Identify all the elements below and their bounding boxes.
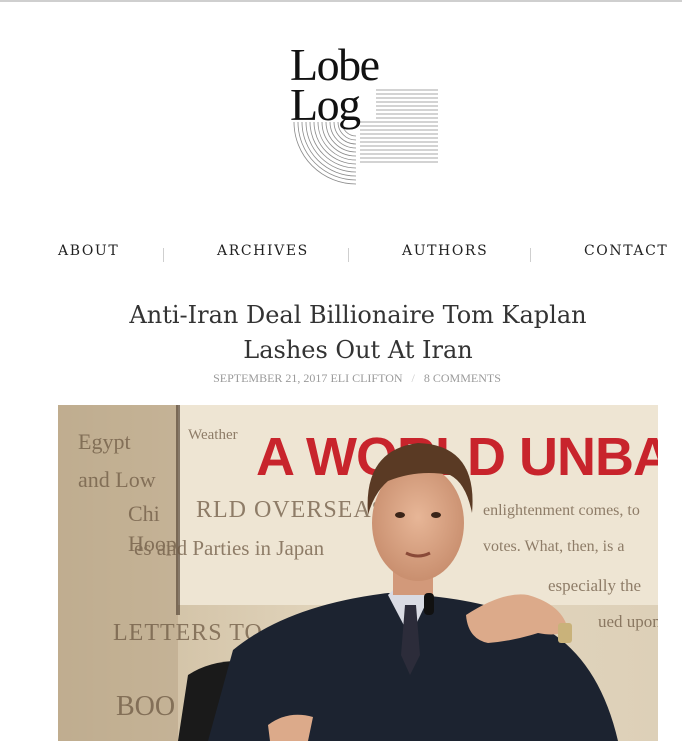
nav-separator xyxy=(163,248,164,262)
nav-separator xyxy=(348,248,349,262)
bg-text: votes. What, then, is a xyxy=(483,538,624,555)
bg-text: ued upon xyxy=(598,612,658,631)
bg-text: Egypt xyxy=(78,429,131,454)
bg-text: and Low xyxy=(78,467,156,492)
bg-text: enlightenment comes, to xyxy=(483,502,640,519)
bg-text: Weather xyxy=(188,427,238,443)
main-navigation: ABOUT ARCHIVES AUTHORS CONTACT xyxy=(0,243,682,263)
nav-item-archives[interactable]: ARCHIVES xyxy=(217,243,309,259)
meta-separator: / xyxy=(411,371,415,385)
bg-text: LETTERS TO xyxy=(113,620,263,646)
nav-item-about[interactable]: ABOUT xyxy=(58,243,119,259)
nav-separator xyxy=(530,248,531,262)
site-logo[interactable]: Lobe Log xyxy=(290,40,442,192)
article-hero-image: Egypt Weather and Low Chi Hoop RLD OVERS… xyxy=(58,405,658,741)
article-meta: SEPTEMBER 21, 2017 ELI CLIFTON / 8 COMME… xyxy=(0,371,682,386)
bg-text: especially the xyxy=(548,576,641,595)
comments-link[interactable]: 8 COMMENTS xyxy=(424,371,501,385)
logo-word-log: Log xyxy=(290,79,361,130)
top-border xyxy=(0,0,682,2)
article-title-line1: Anti-Iran Deal Billionaire Tom Kaplan xyxy=(129,301,587,329)
author-link[interactable]: ELI CLIFTON xyxy=(330,371,402,385)
nav-item-authors[interactable]: AUTHORS xyxy=(402,243,488,259)
article-title[interactable]: Anti-Iran Deal Billionaire Tom Kaplan La… xyxy=(60,298,656,368)
bg-text: Chi xyxy=(128,501,160,526)
article-date: SEPTEMBER 21, 2017 xyxy=(213,371,328,385)
bg-text: es and Parties in Japan xyxy=(134,536,325,560)
bg-text: BOO xyxy=(116,691,175,722)
article-title-line2: Lashes Out At Iran xyxy=(243,336,473,364)
nav-item-contact[interactable]: CONTACT xyxy=(584,243,668,259)
bg-text: RLD OVERSEAS xyxy=(196,497,386,523)
